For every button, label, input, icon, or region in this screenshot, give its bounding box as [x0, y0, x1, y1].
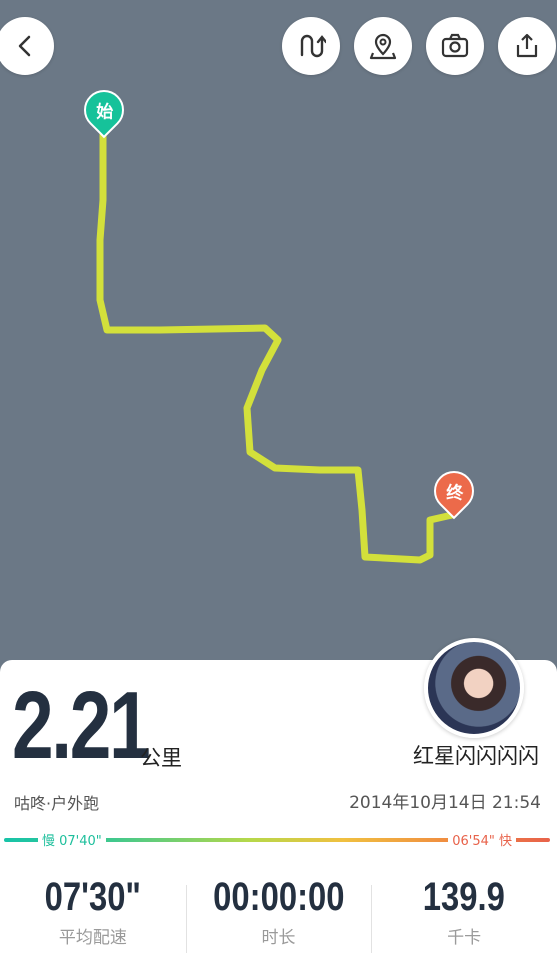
start-label: 始: [95, 102, 113, 123]
duration-value: 00:00:00: [212, 875, 345, 919]
stat-duration: 00:00:00 时长: [185, 875, 372, 954]
location-pin-icon: [369, 33, 397, 60]
summary-card: 2.21 公里 红星闪闪闪闪 咕咚·户外跑 2014年10月14日 21:54 …: [0, 638, 557, 954]
calories-label: 千卡: [447, 928, 482, 948]
duration-label: 时长: [261, 928, 296, 948]
username: 红星闪闪闪闪: [413, 744, 539, 768]
share-button[interactable]: [498, 17, 556, 75]
activity-datetime: 2014年10月14日 21:54: [349, 793, 541, 813]
route-path-svg: [96, 128, 456, 564]
calories-value: 139.9: [423, 875, 506, 919]
route-path: [96, 128, 456, 564]
pace-slow-label: 慢 07'40": [38, 830, 106, 849]
pace-label: 平均配速: [58, 928, 127, 948]
route-map[interactable]: 始 终: [0, 0, 557, 670]
stat-pace: 07'30" 平均配速: [0, 875, 186, 954]
camera-icon: [441, 33, 469, 58]
camera-button[interactable]: [426, 17, 484, 75]
distance-unit: 公里: [140, 746, 182, 770]
end-label: 终: [445, 483, 463, 504]
pace-gradient-bar: 慢 07'40" 06'54" 快: [4, 830, 550, 849]
route-toggle-button[interactable]: [282, 17, 340, 75]
pace-fast-label: 06'54" 快: [448, 830, 516, 849]
stats-row: 07'30" 平均配速 00:00:00 时长 139.9 千卡: [0, 875, 557, 954]
distance-value: 2.21: [12, 672, 151, 779]
share-icon: [516, 33, 538, 58]
chevron-left-icon: [18, 35, 31, 57]
avatar[interactable]: [424, 638, 524, 738]
pace-value: 07'30": [44, 875, 141, 919]
sport-type: 咕咚·户外跑: [14, 794, 100, 813]
route-toggle-icon: [300, 34, 326, 58]
location-button[interactable]: [354, 17, 412, 75]
stat-calories: 139.9 千卡: [371, 875, 557, 954]
